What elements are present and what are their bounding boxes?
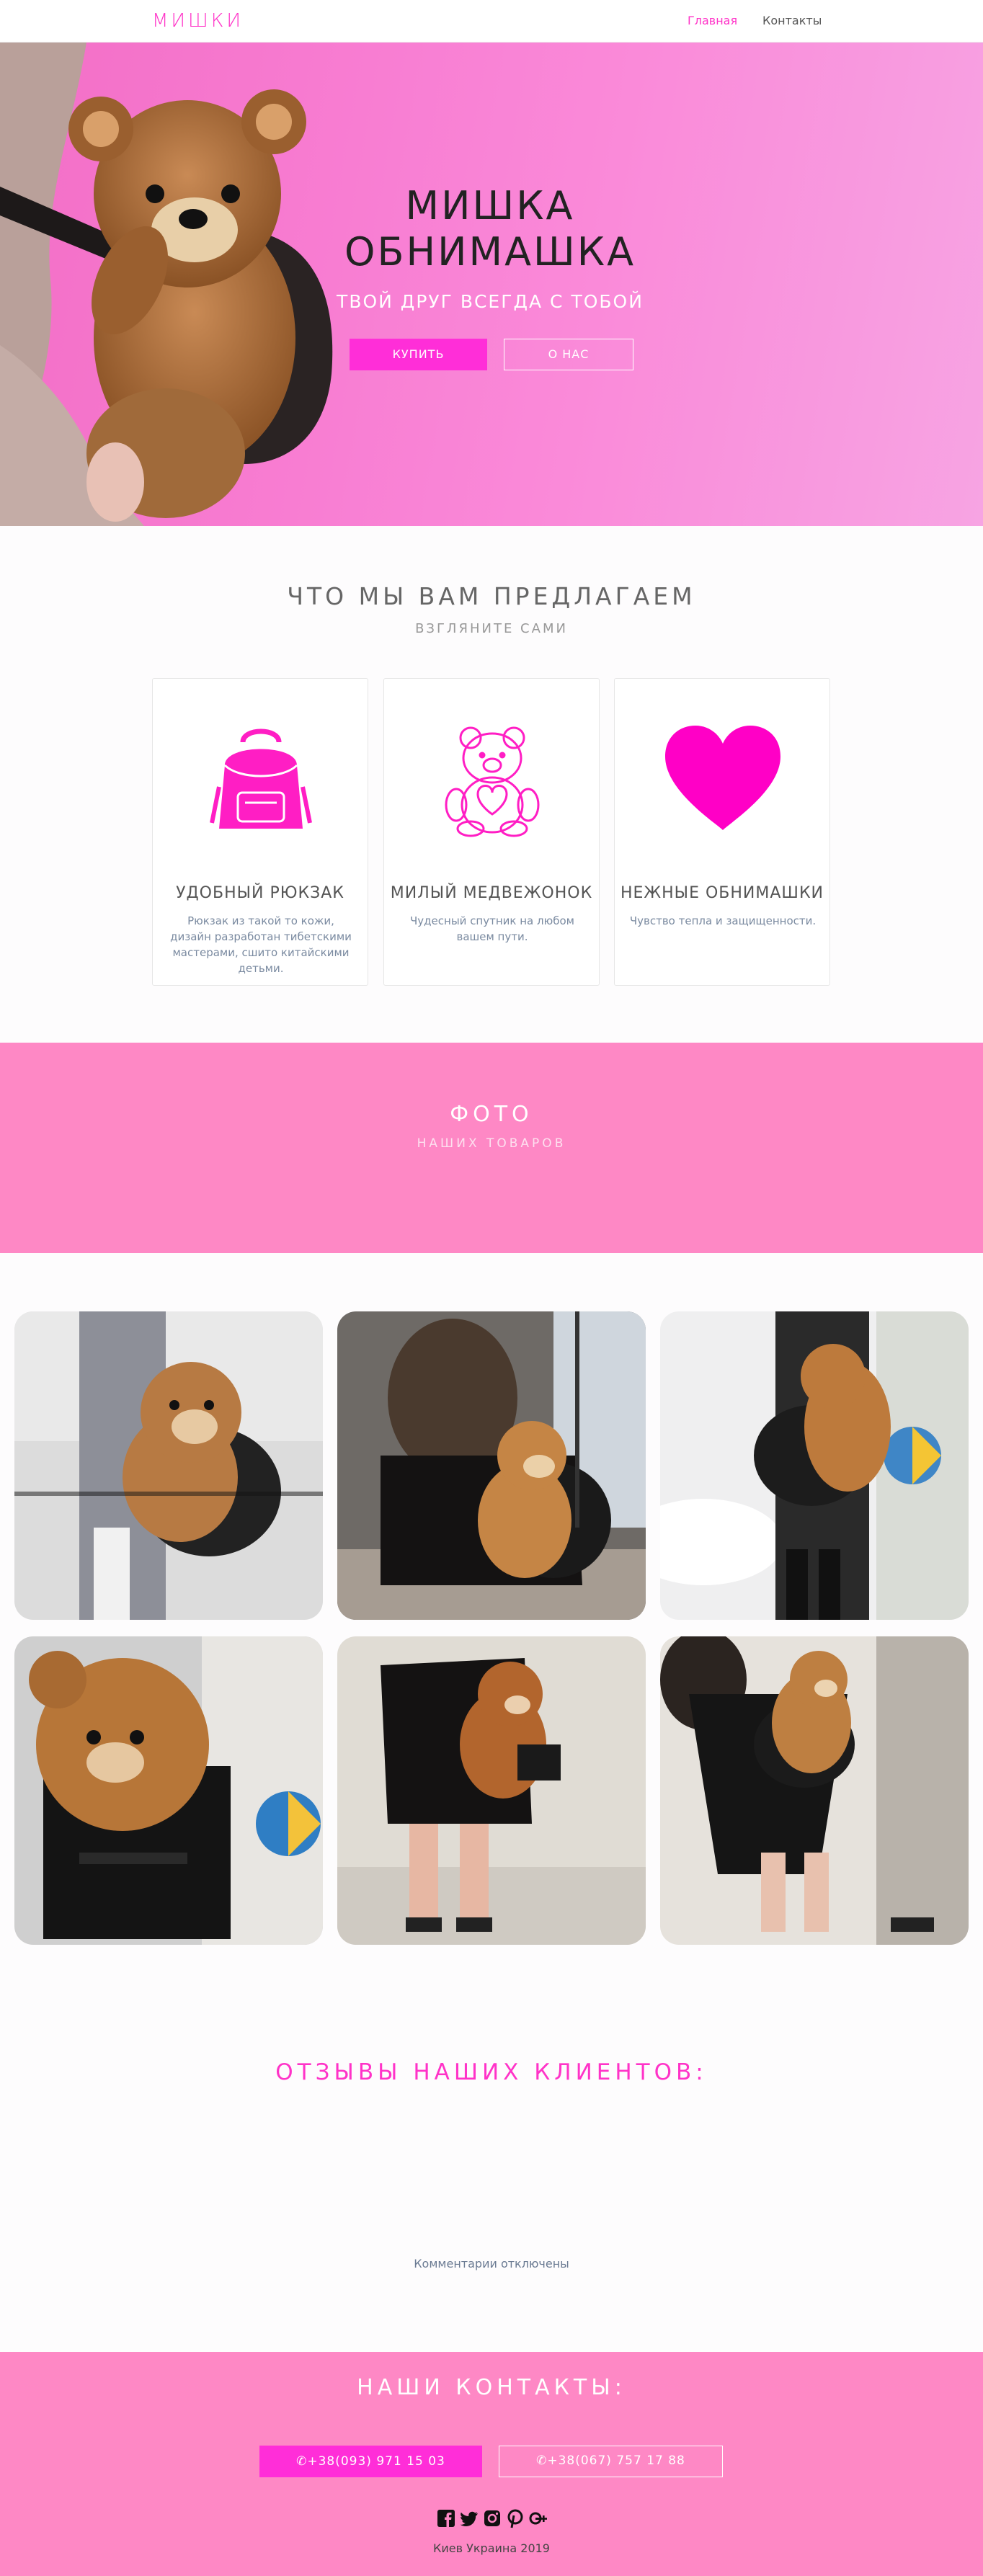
feature-card-bear: МИЛЫЙ МЕДВЕЖОНОК Чудесный спутник на люб… <box>383 678 600 986</box>
photo-section-subtitle: НАШИХ ТОВАРОВ <box>417 1136 566 1151</box>
top-navbar: МИШКИ Главная Контакты <box>0 0 983 43</box>
instagram-icon[interactable] <box>482 2508 502 2528</box>
comments-disabled-text: Комментарии отключены <box>414 2257 569 2270</box>
heart-icon <box>665 726 780 830</box>
offer-title: ЧТО МЫ ВАМ ПРЕДЛАГАЕМ <box>287 582 696 610</box>
gallery-photo-2[interactable] <box>337 1311 646 1620</box>
gallery-photo-6[interactable] <box>660 1636 969 1945</box>
feature-card-title: НЕЖНЫЕ ОБНИМАШКИ <box>620 884 824 902</box>
contacts-footer: НАШИ КОНТАКТЫ: ✆+38(093) 971 15 03 ✆+38(… <box>0 2352 983 2576</box>
gallery-photo-5-image <box>337 1636 646 1945</box>
phone-button-1[interactable]: ✆+38(093) 971 15 03 <box>259 2446 482 2477</box>
buy-button[interactable]: КУПИТЬ <box>350 339 487 370</box>
feature-card-title: МИЛЫЙ МЕДВЕЖОНОК <box>390 884 593 902</box>
teddy-bear-icon <box>445 726 540 837</box>
footer-copyright: Киев Украина 2019 <box>433 2541 550 2555</box>
brand-logo[interactable]: МИШКИ <box>152 10 244 32</box>
hero-subtitle: ТВОЙ ДРУГ ВСЕГДА С ТОБОЙ <box>337 291 644 312</box>
google-plus-icon[interactable] <box>528 2508 548 2528</box>
photo-section-header: ФОТО НАШИХ ТОВАРОВ <box>0 1043 983 1253</box>
feature-card-title: УДОБНЫЙ РЮКЗАК <box>176 884 344 902</box>
feature-card-hugs: НЕЖНЫЕ ОБНИМАШКИ Чувство тепла и защищен… <box>614 678 830 986</box>
gallery-photo-3[interactable] <box>660 1311 969 1620</box>
reviews-title: ОТЗЫВЫ НАШИХ КЛИЕНТОВ: <box>275 2059 708 2085</box>
gallery-photo-1-image <box>14 1311 323 1620</box>
gallery-photo-2-image <box>337 1311 646 1620</box>
gallery-photo-5[interactable] <box>337 1636 646 1945</box>
social-links <box>436 2508 548 2530</box>
about-button[interactable]: О НАС <box>504 339 633 370</box>
nav-link-home[interactable]: Главная <box>688 14 737 27</box>
feature-card-text: Чудесный спутник на любом вашем пути. <box>410 914 574 943</box>
phone-button-2[interactable]: ✆+38(067) 757 17 88 <box>499 2446 723 2477</box>
hero-title-line2: ОБНИМАШКА <box>344 229 636 275</box>
offer-subtitle: ВЗГЛЯНИТЕ САМИ <box>415 621 568 636</box>
backpack-icon <box>210 728 312 829</box>
gallery-photo-4-image <box>14 1636 323 1945</box>
feature-card-text: Чувство тепла и защищенности. <box>629 914 817 927</box>
twitter-icon[interactable] <box>459 2508 479 2528</box>
hero-bear-backpack-photo <box>0 43 333 526</box>
nav-link-contacts[interactable]: Контакты <box>762 14 822 27</box>
contacts-title: НАШИ КОНТАКТЫ: <box>357 2375 626 2400</box>
pinterest-icon[interactable] <box>505 2508 525 2528</box>
gallery-photo-3-image <box>660 1311 969 1620</box>
hero-title: МИШКА ОБНИМАШКА <box>317 183 663 275</box>
hero-title-line1: МИШКА <box>405 183 575 228</box>
gallery-photo-1[interactable] <box>14 1311 323 1620</box>
facebook-icon[interactable] <box>436 2508 456 2528</box>
feature-card-text: Рюкзак из такой то кожи, дизайн разработ… <box>170 914 352 975</box>
hero-section: МИШКА ОБНИМАШКА ТВОЙ ДРУГ ВСЕГДА С ТОБОЙ… <box>0 43 983 526</box>
photo-section-title: ФОТО <box>450 1102 533 1127</box>
feature-card-backpack: УДОБНЫЙ РЮКЗАК Рюкзак из такой то кожи, … <box>152 678 368 986</box>
gallery-photo-4[interactable] <box>14 1636 323 1945</box>
gallery-photo-6-image <box>660 1636 969 1945</box>
